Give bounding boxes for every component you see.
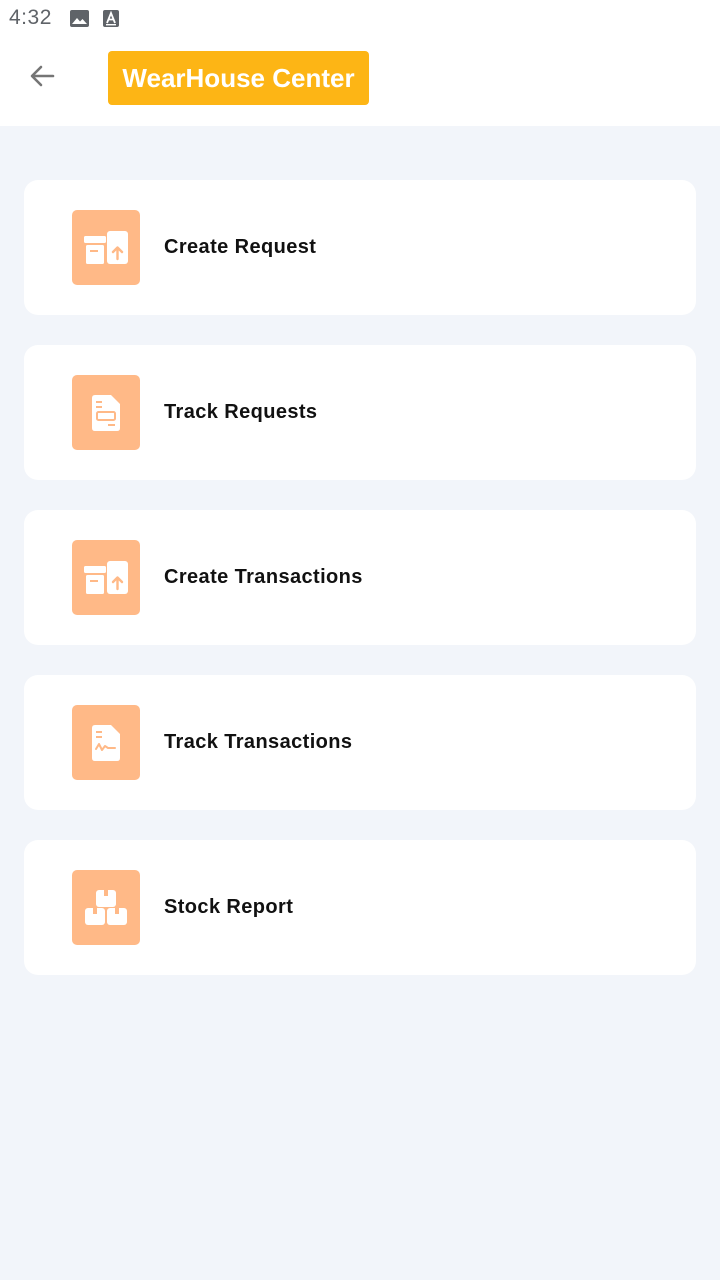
menu-item-label: Create Transactions (164, 566, 363, 588)
box-upload-icon (72, 210, 140, 285)
menu-item-label: Track Requests (164, 401, 318, 423)
menu-item-track-transactions[interactable]: Track Transactions (24, 675, 696, 810)
status-time: 4:32 (9, 6, 52, 29)
menu-item-label: Create Request (164, 236, 317, 258)
stacked-boxes-icon (72, 870, 140, 945)
text-a-icon (102, 9, 119, 27)
menu-item-track-requests[interactable]: Track Requests (24, 345, 696, 480)
box-upload-icon (72, 540, 140, 615)
menu-item-label: Track Transactions (164, 731, 353, 753)
arrow-left-icon (28, 62, 56, 95)
document-icon (72, 375, 140, 450)
page-title-badge: WearHouse Center (108, 51, 369, 105)
menu-item-create-request[interactable]: Create Request (24, 180, 696, 315)
menu-item-label: Stock Report (164, 896, 294, 918)
image-icon (69, 9, 89, 27)
document-signature-icon (72, 705, 140, 780)
page-title: WearHouse Center (122, 62, 355, 93)
back-button[interactable] (18, 56, 66, 100)
status-bar: 4:32 (0, 0, 720, 36)
app-bar: WearHouse Center (0, 36, 720, 126)
menu-item-stock-report[interactable]: Stock Report (24, 840, 696, 975)
menu-item-create-transactions[interactable]: Create Transactions (24, 510, 696, 645)
menu-list: Create Request Track Requests Create Tra (24, 180, 696, 1005)
